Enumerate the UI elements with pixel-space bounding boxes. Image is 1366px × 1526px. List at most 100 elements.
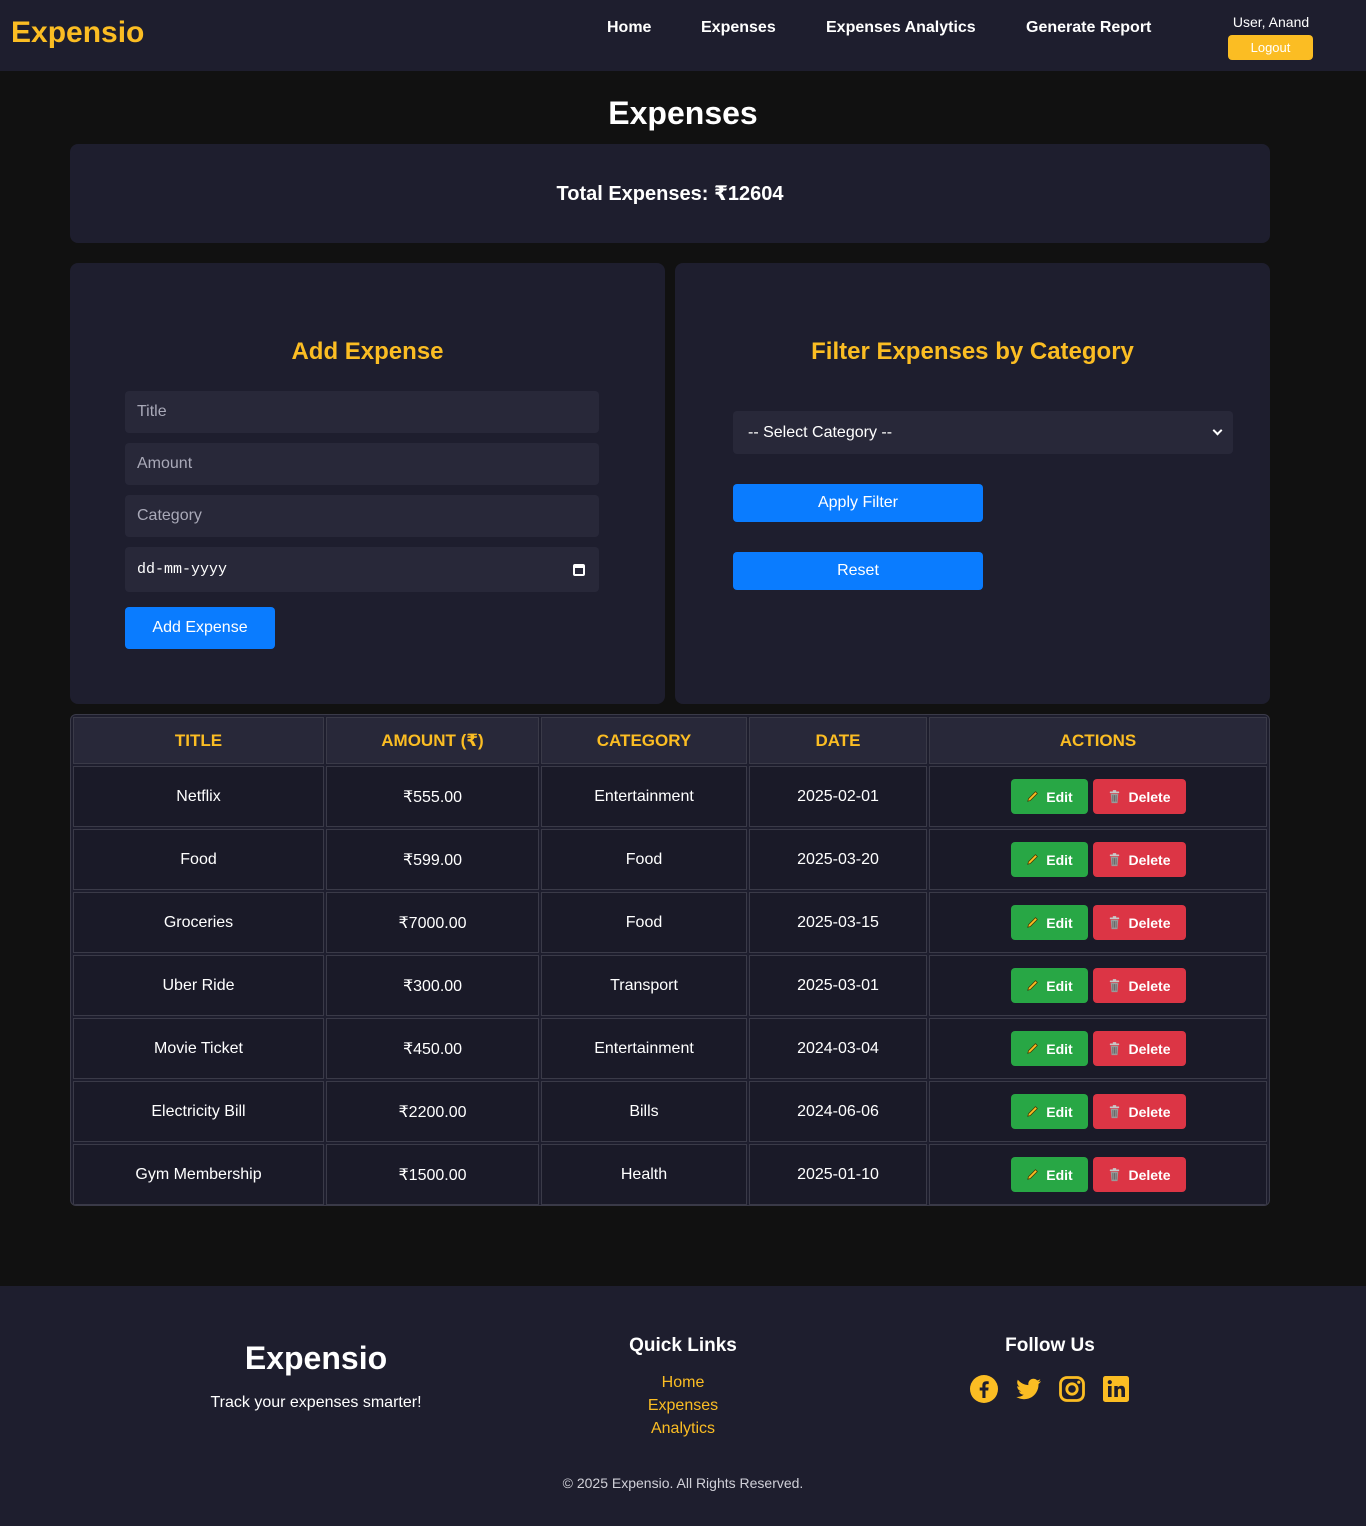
edit-label: Edit xyxy=(1046,851,1073,868)
pencil-icon xyxy=(1027,854,1039,865)
pencil-icon xyxy=(1027,917,1039,928)
nav-link-expenses[interactable]: Expenses xyxy=(701,19,776,37)
edit-button[interactable]: Edit xyxy=(1010,779,1088,814)
linkedin-icon[interactable] xyxy=(1101,1374,1131,1404)
add-expense-button[interactable]: Add Expense xyxy=(125,607,275,649)
edit-button[interactable]: Edit xyxy=(1010,1094,1088,1129)
brand-logo[interactable]: Expensio xyxy=(11,16,144,50)
cell-amount: ₹7000.00 xyxy=(326,892,539,953)
reset-button[interactable]: Reset xyxy=(733,552,983,590)
edit-label: Edit xyxy=(1046,1103,1073,1120)
edit-label: Edit xyxy=(1046,788,1073,805)
table-row: Uber Ride ₹300.00 Transport 2025-03-01 Edit D… xyxy=(73,955,1267,1016)
cell-amount: ₹300.00 xyxy=(326,955,539,1016)
filter-heading: Filter Expenses by Category xyxy=(811,338,1134,365)
trash-icon xyxy=(1110,853,1120,867)
delete-button[interactable]: Delete xyxy=(1092,1157,1186,1192)
title-input[interactable]: Title xyxy=(125,391,599,433)
title-input-placeholder: Title xyxy=(137,403,167,420)
table-row: Food ₹599.00 Food 2025-03-20 Edit Delete xyxy=(73,829,1267,890)
delete-label: Delete xyxy=(1128,1103,1171,1120)
category-input-placeholder: Category xyxy=(137,507,202,524)
edit-label: Edit xyxy=(1046,977,1073,994)
table-row: Electricity Bill ₹2200.00 Bills 2024-06-06 E… xyxy=(73,1081,1267,1142)
delete-button[interactable]: Delete xyxy=(1092,842,1186,877)
edit-button[interactable]: Edit xyxy=(1010,968,1088,1003)
nav-link-expenses-analytics[interactable]: Expenses Analytics xyxy=(826,19,976,37)
cell-actions: Edit Delete xyxy=(929,1144,1267,1205)
cell-amount: ₹2200.00 xyxy=(326,1081,539,1142)
cell-title: Electricity Bill xyxy=(73,1081,324,1142)
cell-date: 2025-03-20 xyxy=(749,829,927,890)
cell-title: Food xyxy=(73,829,324,890)
cell-date: 2025-03-01 xyxy=(749,955,927,1016)
delete-label: Delete xyxy=(1128,788,1171,805)
cell-title: Uber Ride xyxy=(73,955,324,1016)
edit-label: Edit xyxy=(1046,1166,1073,1183)
footer-link-analytics[interactable]: Analytics xyxy=(583,1420,783,1438)
nav-link-generate-report[interactable]: Generate Report xyxy=(1026,19,1151,37)
cell-category: Bills xyxy=(541,1081,747,1142)
trash-icon xyxy=(1110,979,1120,993)
pencil-icon xyxy=(1027,1169,1039,1180)
nav-link-home[interactable]: Home xyxy=(607,19,651,37)
category-input[interactable]: Category xyxy=(125,495,599,537)
cell-title: Movie Ticket xyxy=(73,1018,324,1079)
cell-title: Groceries xyxy=(73,892,324,953)
date-input[interactable]: dd-mm-yyyy xyxy=(125,547,599,592)
cell-date: 2025-01-10 xyxy=(749,1144,927,1205)
delete-label: Delete xyxy=(1128,914,1171,931)
amount-input[interactable]: Amount xyxy=(125,443,599,485)
logout-button[interactable]: Logout xyxy=(1228,35,1313,60)
page-title: Expenses xyxy=(608,95,758,131)
footer-link-home[interactable]: Home xyxy=(583,1374,783,1392)
table-row: Netflix ₹555.00 Entertainment 2025-02-01 Edi… xyxy=(73,766,1267,827)
footer-tagline: Track your expenses smarter! xyxy=(210,1394,422,1411)
delete-button[interactable]: Delete xyxy=(1092,905,1186,940)
delete-button[interactable]: Delete xyxy=(1092,968,1186,1003)
calendar-icon[interactable] xyxy=(573,563,585,576)
category-select[interactable]: -- Select Category -- xyxy=(733,411,1233,454)
column-header-category: Category xyxy=(541,717,747,764)
cell-actions: Edit Delete xyxy=(929,892,1267,953)
pencil-icon xyxy=(1027,791,1039,802)
edit-button[interactable]: Edit xyxy=(1010,842,1088,877)
follow-us-heading: Follow Us xyxy=(1005,1335,1095,1356)
footer-brand: Expensio xyxy=(244,1340,388,1376)
delete-button[interactable]: Delete xyxy=(1092,1031,1186,1066)
trash-icon xyxy=(1110,1168,1120,1182)
cell-title: Gym Membership xyxy=(73,1144,324,1205)
footer-link-expenses[interactable]: Expenses xyxy=(583,1397,783,1415)
delete-button[interactable]: Delete xyxy=(1092,1094,1186,1129)
table-row: Gym Membership ₹1500.00 Health 2025-01-10 Ed… xyxy=(73,1144,1267,1205)
apply-filter-button[interactable]: Apply Filter xyxy=(733,484,983,522)
cell-category: Food xyxy=(541,829,747,890)
delete-label: Delete xyxy=(1128,851,1171,868)
cell-category: Entertainment xyxy=(541,766,747,827)
cell-date: 2025-02-01 xyxy=(749,766,927,827)
trash-icon xyxy=(1110,1105,1120,1119)
footer: Expensio Track your expenses smarter! Qu… xyxy=(0,1286,1366,1526)
edit-button[interactable]: Edit xyxy=(1010,1157,1088,1192)
social-links xyxy=(969,1374,1131,1404)
amount-input-placeholder: Amount xyxy=(137,455,193,472)
delete-button[interactable]: Delete xyxy=(1092,779,1186,814)
chevron-down-icon xyxy=(1212,425,1223,436)
instagram-icon[interactable] xyxy=(1057,1374,1087,1404)
quick-links-heading: Quick Links xyxy=(629,1335,737,1356)
cell-date: 2025-03-15 xyxy=(749,892,927,953)
pencil-icon xyxy=(1027,1043,1039,1054)
cell-amount: ₹599.00 xyxy=(326,829,539,890)
cell-actions: Edit Delete xyxy=(929,1018,1267,1079)
cell-date: 2024-06-06 xyxy=(749,1081,927,1142)
edit-button[interactable]: Edit xyxy=(1010,905,1088,940)
column-header-actions: Actions xyxy=(929,717,1267,764)
column-header-title: Title xyxy=(73,717,324,764)
cell-amount: ₹555.00 xyxy=(326,766,539,827)
facebook-icon[interactable] xyxy=(969,1374,999,1404)
cell-category: Food xyxy=(541,892,747,953)
total-expenses-text: Total Expenses: ₹12604 xyxy=(556,183,784,205)
twitter-icon[interactable] xyxy=(1013,1374,1043,1404)
edit-button[interactable]: Edit xyxy=(1010,1031,1088,1066)
edit-label: Edit xyxy=(1046,914,1073,931)
